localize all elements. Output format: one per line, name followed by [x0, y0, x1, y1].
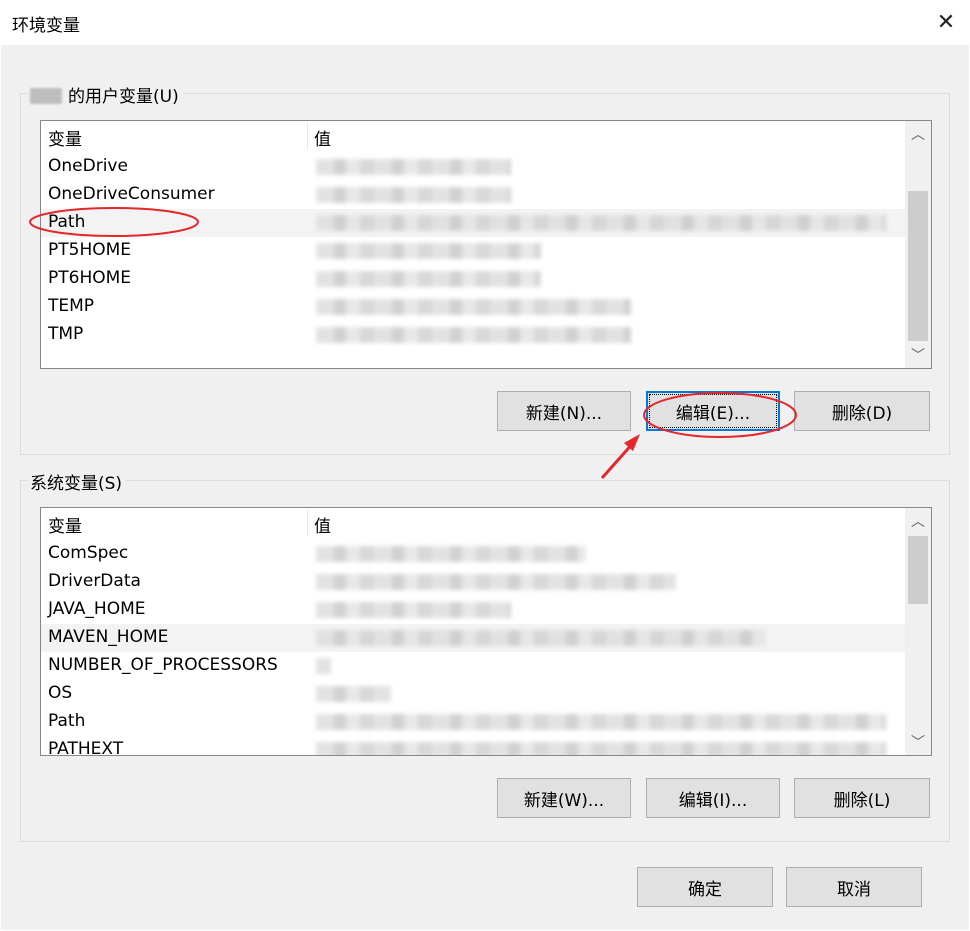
table-row[interactable]: OneDrive	[41, 153, 905, 181]
user-variables-list[interactable]: 变量 值 OneDrive OneDriveConsumer Path PT5HOME…	[40, 120, 932, 369]
window-title: 环境变量	[12, 16, 80, 36]
cancel-button[interactable]: 取消	[786, 867, 922, 907]
table-row[interactable]: OS	[41, 680, 905, 708]
variable-value-redacted	[316, 546, 586, 562]
variable-name: Path	[48, 212, 86, 232]
table-row[interactable]: ComSpec	[41, 540, 905, 568]
column-header-variable[interactable]: 变量	[48, 512, 82, 537]
variable-name: PT5HOME	[48, 240, 132, 260]
system-variables-list[interactable]: 变量 值 ComSpec DriverData JAVA_HOME MAVEN_HOM…	[40, 507, 932, 756]
scroll-thumb[interactable]	[908, 536, 928, 604]
variable-name: Path	[48, 711, 86, 731]
variable-value-redacted	[316, 215, 886, 231]
table-row[interactable]: Path	[41, 708, 905, 736]
variable-value-redacted	[316, 159, 511, 175]
table-row[interactable]: DriverData	[41, 568, 905, 596]
variable-value-redacted	[316, 299, 631, 315]
system-list-scrollbar[interactable]: ︿ ﹀	[905, 508, 931, 755]
user-delete-button[interactable]: 删除(D)	[794, 391, 930, 431]
system-edit-button[interactable]: 编辑(I)...	[646, 778, 780, 818]
variable-value-redacted	[316, 187, 511, 203]
scroll-down-icon[interactable]: ﹀	[905, 342, 931, 368]
variable-name: TEMP	[48, 296, 95, 316]
table-row[interactable]: PT6HOME	[41, 265, 905, 293]
table-row[interactable]: Path	[41, 209, 905, 237]
scroll-thumb[interactable]	[908, 191, 928, 341]
list-header: 变量 值	[41, 508, 905, 537]
user-edit-button[interactable]: 编辑(E)...	[646, 391, 780, 431]
scroll-up-icon[interactable]: ︿	[905, 508, 931, 534]
variable-name: OneDriveConsumer	[48, 184, 215, 204]
variable-name: ComSpec	[48, 543, 129, 563]
ok-button[interactable]: 确定	[637, 867, 773, 907]
username-redacted	[30, 88, 62, 104]
column-header-variable[interactable]: 变量	[48, 125, 82, 150]
variable-value-redacted	[316, 271, 541, 287]
scroll-down-icon[interactable]: ﹀	[905, 729, 931, 755]
variable-name: MAVEN_HOME	[48, 627, 169, 647]
column-header-value[interactable]: 值	[314, 512, 331, 537]
variable-name: OneDrive	[48, 156, 128, 176]
title-bar: 环境变量 ✕	[0, 0, 970, 45]
variable-value-redacted	[316, 327, 631, 343]
close-icon[interactable]: ✕	[922, 0, 970, 45]
table-row[interactable]: JAVA_HOME	[41, 596, 905, 624]
column-separator[interactable]	[307, 123, 308, 149]
variable-value-redacted	[316, 602, 511, 618]
table-row[interactable]: NUMBER_OF_PROCESSORS	[41, 652, 905, 680]
column-separator[interactable]	[307, 510, 308, 536]
table-row[interactable]: OneDriveConsumer	[41, 181, 905, 209]
variable-value-redacted	[316, 243, 541, 259]
variable-value-redacted	[316, 658, 331, 674]
variable-name: TMP	[48, 324, 84, 344]
variable-name: OS	[48, 683, 73, 703]
system-variables-label: 系统变量(S)	[28, 469, 127, 494]
variable-name: NUMBER_OF_PROCESSORS	[48, 655, 278, 675]
variable-value-redacted	[316, 742, 886, 755]
user-list-scrollbar[interactable]: ︿ ﹀	[905, 121, 931, 368]
variable-value-redacted	[316, 714, 886, 730]
variable-value-redacted	[316, 686, 391, 702]
table-row[interactable]: TEMP	[41, 293, 905, 321]
table-row[interactable]: TMP	[41, 321, 905, 349]
variable-name: PATHEXT	[48, 739, 124, 756]
list-header: 变量 值	[41, 121, 905, 150]
table-row[interactable]: MAVEN_HOME	[41, 624, 905, 652]
variable-value-redacted	[316, 574, 676, 590]
table-row[interactable]: PT5HOME	[41, 237, 905, 265]
variable-name: JAVA_HOME	[48, 599, 146, 619]
variable-value-redacted	[316, 630, 766, 646]
user-new-button[interactable]: 新建(N)...	[497, 391, 631, 431]
scroll-up-icon[interactable]: ︿	[905, 121, 931, 147]
system-delete-button[interactable]: 删除(L)	[794, 778, 930, 818]
system-new-button[interactable]: 新建(W)...	[497, 778, 631, 818]
variable-name: PT6HOME	[48, 268, 132, 288]
variable-name: DriverData	[48, 571, 141, 591]
column-header-value[interactable]: 值	[314, 125, 331, 150]
user-variables-label: 的用户变量(U)	[28, 82, 183, 107]
table-row[interactable]: PATHEXT	[41, 736, 905, 756]
